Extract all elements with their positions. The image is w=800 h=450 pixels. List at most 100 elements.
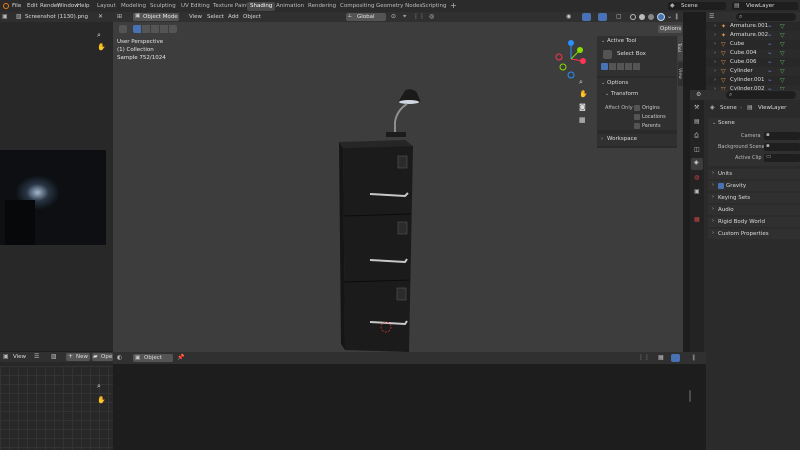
tab-shading[interactable]: Shading	[247, 2, 276, 11]
outliner-item[interactable]: › ✦ Armature.002 ⌁ ▽	[706, 31, 800, 40]
scene-panel-expand-icon[interactable]: ⌄	[712, 120, 716, 126]
tool-props-icon[interactable]: ⚒	[694, 104, 699, 111]
select-mode-extend-button[interactable]	[142, 25, 150, 33]
outliner-item[interactable]: › ✦ Armature.001 ⌁ ▽	[706, 22, 800, 31]
select-box-icon[interactable]	[603, 50, 612, 59]
sidebar-toggle-icon[interactable]: ∥	[675, 13, 678, 20]
active-tool-expand-icon[interactable]: ⌄	[601, 38, 605, 44]
visibility-eye-icon[interactable]: ⌁	[768, 49, 772, 58]
scene-selector[interactable]: ◆ Scene	[668, 2, 726, 10]
keying-sets-section[interactable]: › Keying Sets	[708, 193, 800, 203]
tab-sculpting[interactable]: Sculpting	[147, 2, 179, 11]
gizmo-toggle-button[interactable]	[582, 13, 591, 21]
tab-rendering[interactable]: Rendering	[305, 2, 339, 11]
options-expand-icon[interactable]: ⌄	[601, 80, 605, 86]
node-overlay-toggle[interactable]	[671, 354, 680, 362]
tool-mode-intersect[interactable]	[633, 63, 640, 70]
outliner-expand-icon[interactable]: ›	[714, 40, 716, 49]
select-mode-subtract-button[interactable]	[151, 25, 159, 33]
shading-options-icon[interactable]: ⌄	[667, 13, 672, 20]
transform-expand-icon[interactable]: ⌄	[605, 91, 609, 97]
visibility-eye-icon[interactable]: ⌁	[768, 22, 772, 31]
visibility-eye-icon[interactable]: ⌁	[768, 76, 772, 85]
zoom-icon[interactable]: ⌕	[97, 31, 101, 40]
viewport-menu-select[interactable]: Select	[207, 13, 224, 22]
properties-type-icon[interactable]: ⚙	[696, 91, 701, 98]
scene-props-tab[interactable]: ◈	[691, 158, 703, 170]
tab-uv-editing[interactable]: UV Editing	[178, 2, 213, 11]
menu-file[interactable]: File	[12, 2, 21, 11]
tab-layout[interactable]: Layout	[94, 2, 119, 11]
tool-mode-extend[interactable]	[609, 63, 616, 70]
active-clip-field[interactable]: ▭	[764, 154, 800, 162]
texture-props-icon[interactable]: ▦	[694, 216, 700, 223]
outliner-item[interactable]: › ▽ Cube ⌁ ▽	[706, 40, 800, 49]
render-props-icon[interactable]: ▤	[694, 118, 700, 125]
node-editor-type-icon[interactable]: ◐	[117, 354, 122, 361]
gravity-section[interactable]: › Gravity	[708, 181, 800, 191]
file-browser-zoom-icon[interactable]: ⌕	[97, 382, 101, 391]
pivot-icon[interactable]: ⊙	[391, 13, 396, 20]
perspective-toggle-icon[interactable]: ▦	[579, 116, 586, 124]
list-view-icon[interactable]: ☰	[34, 353, 39, 360]
collection-props-icon[interactable]: ▣	[694, 188, 700, 195]
node-editor-scrollbar[interactable]	[689, 390, 691, 402]
outliner-expand-icon[interactable]: ›	[714, 76, 716, 85]
visibility-icon[interactable]: ◉	[566, 13, 571, 20]
viewport-3d[interactable]: ⊞ ▣ Object Mode View Select Add Object ⟂…	[113, 12, 684, 352]
rigid-body-world-section[interactable]: › Rigid Body World	[708, 217, 800, 227]
camera-field[interactable]: ▪	[764, 132, 800, 140]
tab-compositing[interactable]: Compositing	[337, 2, 377, 11]
units-section[interactable]: › Units	[708, 169, 800, 179]
options-dropdown[interactable]: Options	[658, 25, 682, 33]
add-workspace-button[interactable]: +	[450, 1, 457, 10]
pan-hand-icon[interactable]: ✋	[97, 43, 106, 51]
outliner-expand-icon[interactable]: ›	[714, 22, 716, 31]
visibility-eye-icon[interactable]: ⌁	[768, 31, 772, 40]
viewport-menu-object[interactable]: Object	[243, 13, 261, 22]
editor-type-icon[interactable]: ▣	[2, 13, 8, 20]
select-mode-new-button[interactable]	[133, 25, 141, 33]
tool-mode-subtract[interactable]	[617, 63, 624, 70]
outliner-item[interactable]: › ▽ Cube.006 ⌁ ▽	[706, 58, 800, 67]
tab-scripting[interactable]: Scripting	[419, 2, 449, 11]
tab-modeling[interactable]: Modeling	[118, 2, 149, 11]
viewport-menu-view[interactable]: View	[189, 13, 202, 22]
shading-rendered-icon[interactable]	[657, 13, 665, 21]
workspace-expand-icon[interactable]: ›	[601, 136, 603, 142]
output-props-icon[interactable]: ⎙	[694, 132, 699, 140]
camera-view-icon[interactable]: ◙	[579, 103, 586, 111]
node-sidebar-toggle-icon[interactable]: ∥	[692, 354, 695, 361]
properties-search-input[interactable]: ⌕	[726, 91, 796, 99]
world-props-icon[interactable]: ◍	[694, 174, 699, 181]
tab-geometry-nodes[interactable]: Geometry Nodes	[373, 2, 425, 11]
locations-checkbox[interactable]	[634, 114, 640, 120]
viewport-menu-add[interactable]: Add	[228, 13, 239, 22]
select-tool-toggle[interactable]	[119, 25, 127, 33]
tool-mode-new[interactable]	[601, 63, 608, 70]
background-scene-field[interactable]: ▪	[764, 143, 800, 151]
overlay-toggle-button[interactable]	[598, 13, 607, 21]
navigation-gizmo[interactable]	[553, 37, 593, 79]
proportional-edit-icon[interactable]: ◎	[429, 13, 434, 20]
editor-type-3d-icon[interactable]: ⊞	[117, 13, 122, 20]
file-browser-view-menu[interactable]: View	[13, 352, 26, 362]
parents-checkbox[interactable]	[634, 123, 640, 129]
view-layer-props-icon[interactable]: ◫	[694, 146, 700, 153]
visibility-eye-icon[interactable]: ⌁	[768, 58, 772, 67]
select-mode-invert-button[interactable]	[160, 25, 168, 33]
viewport-pan-icon[interactable]: ✋	[579, 90, 588, 98]
tab-texture-paint[interactable]: Texture Paint	[210, 2, 252, 11]
view-layer-selector[interactable]: ▤ ViewLayer	[732, 2, 798, 10]
tab-animation[interactable]: Animation	[273, 2, 307, 11]
outliner-search-input[interactable]: ⌕	[736, 13, 796, 21]
outliner-item[interactable]: › ▽ Cylinder.001 ⌁ ▽	[706, 76, 800, 85]
origins-checkbox[interactable]	[634, 105, 640, 111]
menu-edit[interactable]: Edit	[27, 2, 38, 11]
node-editor[interactable]: ◐ ▣ Object 📌 ⋮⋮ ▦ ∥	[113, 352, 706, 450]
node-overlay-icon[interactable]: ▦	[658, 354, 664, 361]
visibility-eye-icon[interactable]: ⌁	[768, 40, 772, 49]
shading-wireframe-icon[interactable]	[630, 14, 636, 20]
shading-solid-icon[interactable]	[639, 14, 645, 20]
outliner-type-icon[interactable]: ☰	[709, 13, 714, 20]
